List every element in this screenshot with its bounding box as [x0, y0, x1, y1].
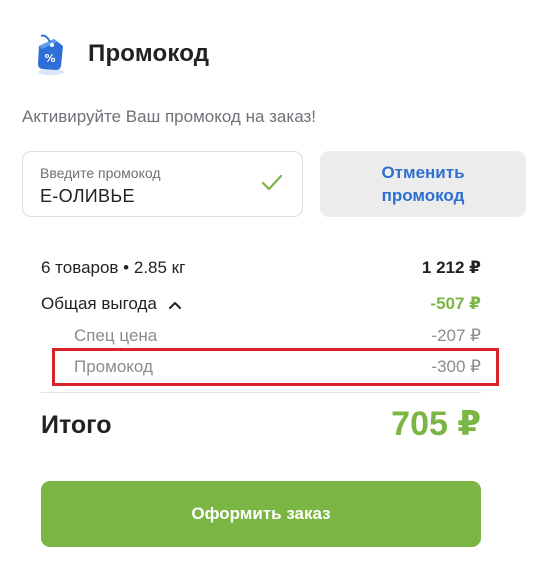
total-value: 705 ₽: [391, 405, 481, 443]
page-title: Промокод: [88, 40, 210, 67]
promo-subtitle: Активируйте Ваш промокод на заказ!: [22, 107, 316, 126]
promo-code-field[interactable]: Введите промокод Е-ОЛИВЬЕ: [22, 151, 303, 217]
items-count-weight: 6 товаров • 2.85 кг: [41, 258, 186, 277]
place-order-button[interactable]: Оформить заказ: [41, 481, 481, 547]
promo-highlight-box: [52, 348, 499, 386]
promo-code-label: Введите промокод: [40, 165, 161, 181]
svg-text:%: %: [44, 52, 55, 65]
summary-divider: [41, 392, 481, 393]
promo-code-value[interactable]: Е-ОЛИВЬЕ: [40, 186, 135, 207]
promo-header: % Промокод: [30, 32, 209, 76]
chevron-up-icon: [168, 301, 181, 309]
items-total: 1 212 ₽: [421, 258, 481, 277]
check-icon: [261, 174, 283, 191]
special-price-label: Спец цена: [74, 326, 158, 345]
special-price-value: -207 ₽: [431, 326, 481, 345]
summary-savings-row[interactable]: Общая выгода -507 ₽: [41, 294, 481, 314]
savings-label: Общая выгода: [41, 294, 157, 313]
savings-toggle[interactable]: Общая выгода: [41, 294, 182, 314]
special-price-row: Спец цена -207 ₽: [41, 326, 481, 346]
cancel-promo-button[interactable]: Отменить промокод: [320, 151, 526, 217]
promo-tag-icon: %: [38, 34, 64, 75]
savings-value: -507 ₽: [430, 294, 481, 313]
total-label: Итого: [41, 411, 112, 439]
summary-items-row: 6 товаров • 2.85 кг 1 212 ₽: [41, 258, 481, 278]
